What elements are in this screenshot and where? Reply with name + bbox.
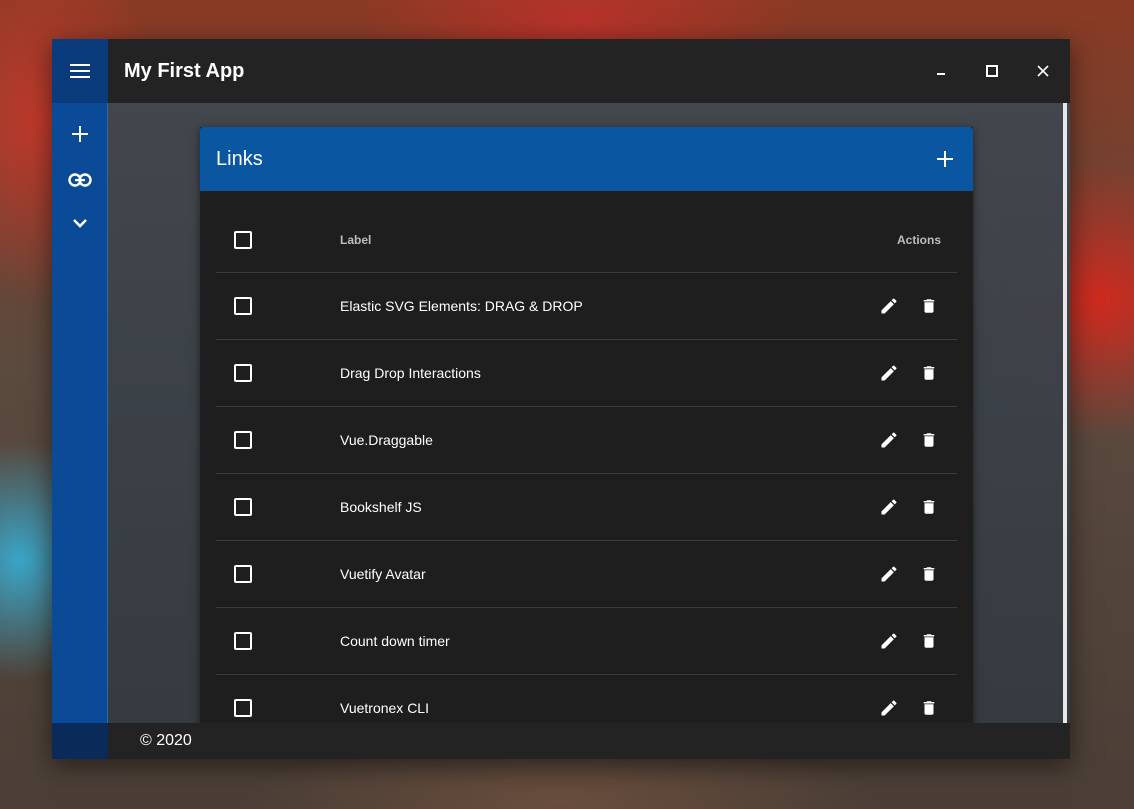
row-label: Vuetronex CLI: [340, 700, 429, 716]
chevron-down-icon: [73, 219, 87, 228]
row-label: Drag Drop Interactions: [340, 365, 481, 381]
delete-button[interactable]: [917, 361, 941, 385]
pencil-icon: [881, 700, 897, 716]
row-checkbox[interactable]: [234, 431, 252, 449]
delete-button[interactable]: [917, 294, 941, 318]
column-header-actions: Actions: [896, 232, 941, 247]
edit-button[interactable]: [877, 361, 901, 385]
edit-button[interactable]: [877, 495, 901, 519]
add-link-button[interactable]: [933, 147, 957, 171]
links-card: Links Label Actions Elastic SVG Elements…: [200, 127, 973, 747]
delete-button[interactable]: [917, 629, 941, 653]
maximize-icon: [985, 65, 998, 77]
pencil-icon: [881, 365, 897, 381]
edit-button[interactable]: [877, 629, 901, 653]
app-window: My First App Links Label Actions Elastic…: [52, 39, 1070, 759]
column-header-label: Label: [340, 232, 372, 247]
link-icon: [68, 173, 92, 187]
trash-icon: [923, 634, 935, 648]
pencil-icon: [881, 566, 897, 582]
delete-button[interactable]: [917, 562, 941, 586]
table-row: Bookshelf JS: [216, 474, 957, 541]
card-title: Links: [216, 147, 263, 170]
delete-button[interactable]: [917, 495, 941, 519]
edit-button[interactable]: [877, 562, 901, 586]
row-checkbox[interactable]: [234, 565, 252, 583]
footer: © 2020: [52, 723, 1070, 759]
row-checkbox[interactable]: [234, 632, 252, 650]
row-checkbox[interactable]: [234, 498, 252, 516]
trash-icon: [923, 567, 935, 581]
edit-button[interactable]: [877, 696, 901, 720]
links-table: Label Actions Elastic SVG Elements: DRAG…: [216, 207, 957, 742]
plus-icon: [937, 151, 953, 167]
main-content: Links Label Actions Elastic SVG Elements…: [108, 103, 1070, 747]
copyright-text: © 2020: [140, 732, 192, 749]
row-label: Vue.Draggable: [340, 432, 433, 448]
sidebar-links-button[interactable]: [52, 157, 108, 203]
pencil-icon: [881, 499, 897, 515]
plus-icon: [72, 126, 88, 142]
close-icon: [1036, 65, 1049, 77]
pencil-icon: [881, 633, 897, 649]
trash-icon: [923, 500, 935, 514]
sidebar: [52, 39, 108, 723]
edit-button[interactable]: [877, 428, 901, 452]
trash-icon: [923, 433, 935, 447]
delete-button[interactable]: [917, 428, 941, 452]
menu-button[interactable]: [52, 39, 108, 103]
pencil-icon: [881, 432, 897, 448]
table-row: Vuetify Avatar: [216, 541, 957, 608]
minimize-icon: [936, 73, 945, 75]
scrollbar[interactable]: [1063, 103, 1067, 723]
row-label: Vuetify Avatar: [340, 566, 426, 582]
select-all-checkbox[interactable]: [234, 230, 252, 249]
row-checkbox[interactable]: [234, 699, 252, 717]
minimize-button[interactable]: [915, 39, 966, 103]
table-header: Label Actions: [216, 207, 957, 273]
close-button[interactable]: [1017, 39, 1068, 103]
trash-icon: [923, 366, 935, 380]
maximize-button[interactable]: [966, 39, 1017, 103]
table-row: Count down timer: [216, 608, 957, 675]
trash-icon: [923, 299, 935, 313]
delete-button[interactable]: [917, 696, 941, 720]
title-bar: My First App: [108, 39, 1070, 103]
app-title: My First App: [124, 59, 245, 82]
row-checkbox[interactable]: [234, 297, 252, 315]
table-row: Elastic SVG Elements: DRAG & DROP: [216, 273, 957, 340]
row-label: Bookshelf JS: [340, 499, 422, 515]
trash-icon: [923, 701, 935, 715]
table-row: Vue.Draggable: [216, 407, 957, 474]
row-label: Elastic SVG Elements: DRAG & DROP: [340, 298, 583, 314]
sidebar-expand-button[interactable]: [52, 203, 108, 243]
menu-icon: [70, 64, 90, 78]
pencil-icon: [881, 298, 897, 314]
edit-button[interactable]: [877, 294, 901, 318]
row-checkbox[interactable]: [234, 364, 252, 382]
sidebar-add-button[interactable]: [52, 111, 108, 157]
card-header: Links: [200, 127, 973, 191]
table-row: Drag Drop Interactions: [216, 340, 957, 407]
row-label: Count down timer: [340, 633, 450, 649]
